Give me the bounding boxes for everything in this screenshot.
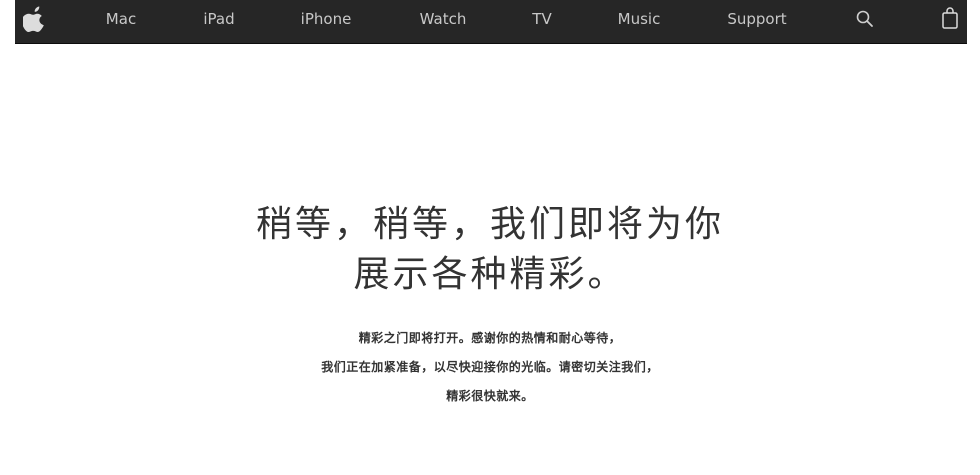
nav-item-iphone[interactable]: iPhone [301, 0, 352, 43]
nav-item-music[interactable]: Music [618, 0, 661, 43]
hero-headline: 稍等，稍等，我们即将为你 展示各种精彩。 [0, 200, 980, 300]
headline-line-1: 稍等，稍等，我们即将为你 [255, 204, 724, 245]
search-icon[interactable] [856, 10, 874, 28]
hero-body-copy: 精彩之门即将打开。感谢你的热情和耐心等待， 我们正在加紧准备，以尽快迎接你的光临… [0, 324, 980, 411]
nav-item-mac[interactable]: Mac [106, 0, 136, 43]
shopping-bag-icon[interactable] [941, 6, 959, 30]
nav-item-ipad[interactable]: iPad [203, 0, 234, 43]
hero-section: 稍等，稍等，我们即将为你 展示各种精彩。 精彩之门即将打开。感谢你的热情和耐心等… [0, 200, 980, 411]
global-nav: Mac iPad iPhone Watch TV Music Support [15, 0, 967, 44]
nav-item-watch[interactable]: Watch [420, 0, 467, 43]
body-line-1: 精彩之门即将打开。感谢你的热情和耐心等待， [358, 331, 622, 345]
headline-line-2: 展示各种精彩。 [353, 254, 627, 295]
apple-logo-icon[interactable] [23, 6, 47, 32]
body-line-2: 我们正在加紧准备，以尽快迎接你的光临。请密切关注我们， [321, 360, 659, 374]
page: Mac iPad iPhone Watch TV Music Support 稍… [0, 0, 980, 475]
body-line-3: 精彩很快就来。 [446, 389, 534, 403]
nav-item-support[interactable]: Support [727, 0, 786, 43]
nav-item-tv[interactable]: TV [532, 0, 551, 43]
